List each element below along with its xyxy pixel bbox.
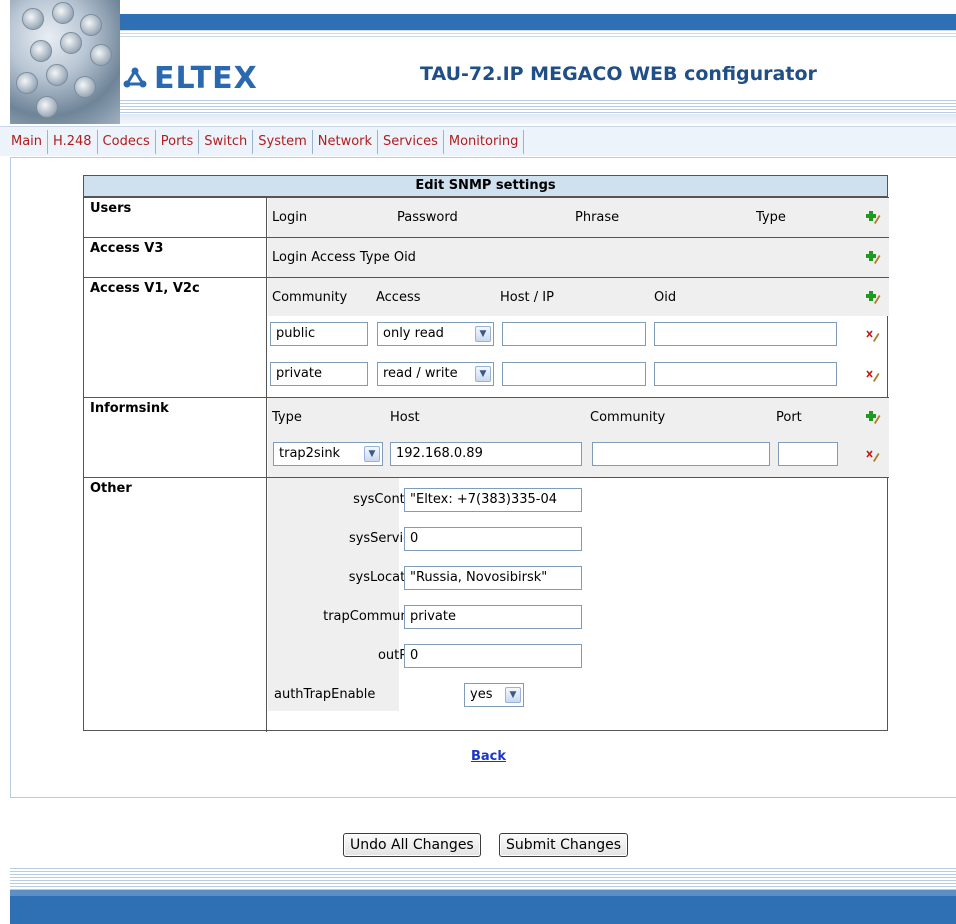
- outport-field[interactable]: 0: [404, 644, 582, 668]
- eltex-logo: ELTEX: [122, 58, 258, 98]
- access-col-oid: Oid: [654, 290, 677, 305]
- submit-changes-button[interactable]: Submit Changes: [499, 833, 629, 857]
- chevron-down-icon[interactable]: ▼: [475, 366, 491, 382]
- authtrapenable-label: authTrapEnable: [274, 687, 376, 702]
- other-section: Other sysContact "Eltex: +7(383)335-04 s…: [84, 477, 889, 732]
- users-label: Users: [84, 198, 267, 237]
- footer-band: [10, 890, 956, 924]
- trapcommunity-field[interactable]: private: [404, 605, 582, 629]
- add-access-icon[interactable]: [865, 289, 881, 305]
- app-title: TAU-72.IP MEGACO WEB configurator: [420, 63, 817, 85]
- informsink-section: Informsink Type Host Community Port trap…: [84, 397, 889, 477]
- informsink-label: Informsink: [84, 398, 267, 477]
- access-v1v2c-label: Access V1, V2c: [84, 278, 267, 397]
- brand-name: ELTEX: [154, 60, 258, 96]
- informsink-port-field[interactable]: [778, 442, 838, 466]
- header-top-band: [110, 14, 956, 30]
- access-col-access: Access: [376, 290, 421, 305]
- host-field[interactable]: [502, 362, 646, 386]
- nav-switch[interactable]: Switch: [199, 129, 254, 154]
- add-informsink-icon[interactable]: [865, 409, 881, 425]
- informsink-type-select[interactable]: trap2sink ▼: [273, 442, 383, 466]
- eltex-logo-icon: [123, 67, 147, 88]
- informsink-type-value: trap2sink: [279, 446, 341, 461]
- footer-decor-lines: [10, 868, 956, 890]
- authtrapenable-value: yes: [470, 687, 493, 702]
- access-v3-columns: Login Access Type Oid: [272, 250, 416, 265]
- add-access-v3-icon[interactable]: [865, 249, 881, 265]
- oid-field[interactable]: [654, 362, 837, 386]
- phone-keypad-image: [10, 0, 120, 124]
- community-field[interactable]: public: [270, 322, 368, 346]
- delete-row-icon[interactable]: [865, 327, 881, 343]
- chevron-down-icon[interactable]: ▼: [505, 687, 521, 703]
- access-col-community: Community: [272, 290, 348, 305]
- access-v1v2c-section: Access V1, V2c Community Access Host / I…: [84, 277, 889, 397]
- community-field[interactable]: private: [270, 362, 368, 386]
- informsink-col-host: Host: [390, 410, 420, 425]
- access-select-value: read / write: [383, 366, 458, 381]
- header-bottom-band: [105, 114, 956, 124]
- delete-row-icon[interactable]: [865, 367, 881, 383]
- back-link[interactable]: Back: [471, 749, 506, 764]
- undo-all-changes-button[interactable]: Undo All Changes: [343, 833, 481, 857]
- informsink-community-field[interactable]: [592, 442, 770, 466]
- access-select-value: only read: [383, 326, 444, 341]
- delete-row-icon[interactable]: [865, 447, 881, 463]
- informsink-col-community: Community: [590, 410, 666, 425]
- users-col-phrase: Phrase: [575, 210, 620, 225]
- access-col-host: Host / IP: [500, 290, 554, 305]
- header-decor-lines-bottom: [105, 100, 956, 114]
- access-v3-label: Access V3: [84, 238, 267, 277]
- main-nav: Main H.248 Codecs Ports Switch System Ne…: [0, 126, 956, 156]
- nav-services[interactable]: Services: [378, 129, 444, 154]
- nav-monitoring[interactable]: Monitoring: [444, 129, 525, 154]
- syslocation-field[interactable]: "Russia, Novosibirsk": [404, 566, 582, 590]
- header-decor-lines: [100, 30, 956, 38]
- sysservices-field[interactable]: 0: [404, 527, 582, 551]
- access-select[interactable]: read / write ▼: [377, 362, 494, 386]
- add-user-icon[interactable]: [865, 209, 881, 225]
- nav-codecs[interactable]: Codecs: [98, 129, 156, 154]
- nav-ports[interactable]: Ports: [156, 129, 200, 154]
- other-label: Other: [84, 478, 267, 732]
- chevron-down-icon[interactable]: ▼: [475, 326, 491, 342]
- header-banner: ELTEX TAU-72.IP MEGACO WEB configurator: [10, 0, 956, 124]
- informsink-host-field[interactable]: 192.168.0.89: [390, 442, 582, 466]
- nav-system[interactable]: System: [253, 129, 313, 154]
- users-col-password: Password: [397, 210, 458, 225]
- informsink-col-port: Port: [776, 410, 802, 425]
- snmp-table-title: Edit SNMP settings: [84, 176, 887, 197]
- oid-field[interactable]: [654, 322, 837, 346]
- nav-network[interactable]: Network: [313, 129, 379, 154]
- informsink-col-type: Type: [272, 410, 302, 425]
- snmp-settings-table: Edit SNMP settings Users Login Password …: [83, 175, 889, 732]
- access-select[interactable]: only read ▼: [377, 322, 494, 346]
- nav-main[interactable]: Main: [6, 129, 49, 154]
- users-col-login: Login: [272, 210, 308, 225]
- users-section: Users Login Password Phrase Type: [84, 197, 889, 237]
- users-col-type: Type: [756, 210, 786, 225]
- access-v3-section: Access V3 Login Access Type Oid: [84, 237, 889, 277]
- chevron-down-icon[interactable]: ▼: [364, 446, 380, 462]
- authtrapenable-select[interactable]: yes ▼: [464, 683, 524, 707]
- host-field[interactable]: [502, 322, 646, 346]
- nav-h248[interactable]: H.248: [48, 129, 98, 154]
- syscontact-field[interactable]: "Eltex: +7(383)335-04: [404, 488, 582, 512]
